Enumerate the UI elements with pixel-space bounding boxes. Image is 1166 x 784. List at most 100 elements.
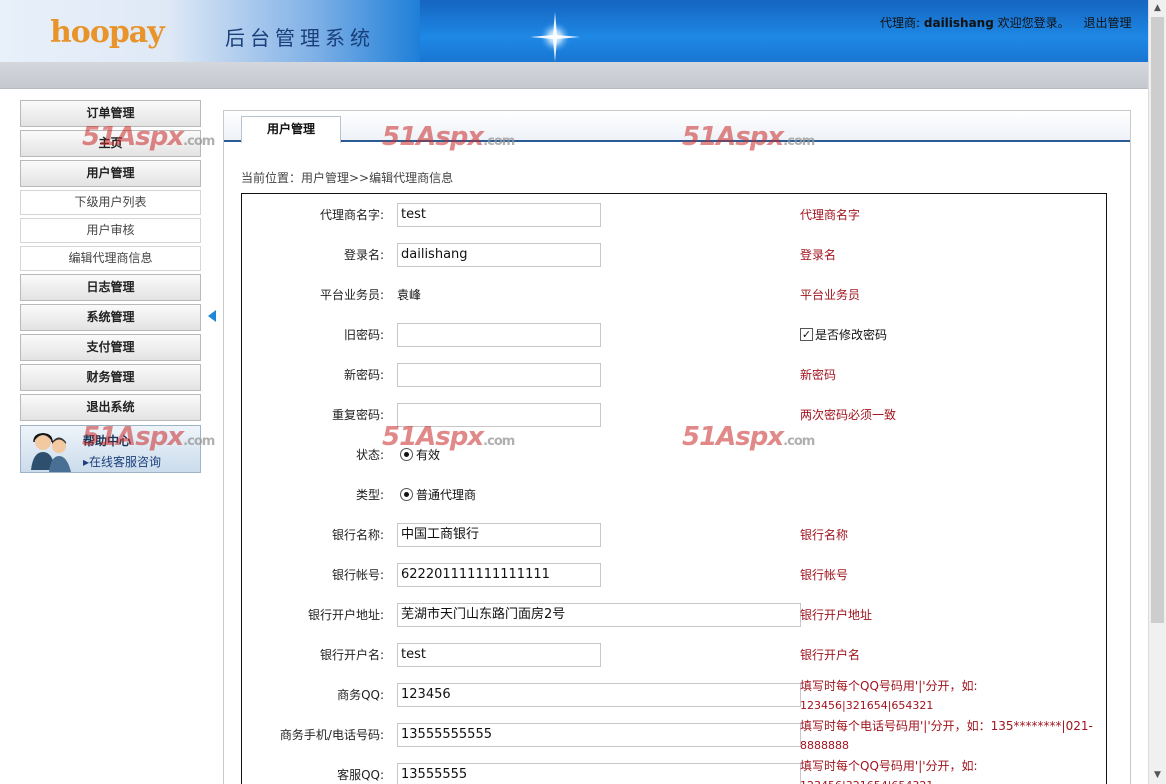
status-label: 状态: xyxy=(355,448,384,462)
type-option-label: 普通代理商 xyxy=(416,488,477,502)
app-window: hoopay 后台管理系统 代理商: dailishang 欢迎您登录。 退出管… xyxy=(0,0,1166,784)
service-qq-hint-line1: 填写时每个QQ号码用'|'分开，如: xyxy=(800,759,978,773)
row-repeat-password: 重复密码: 两次密码必须一致 xyxy=(242,394,1106,434)
sidebar-item-exit[interactable]: 退出系统 xyxy=(20,394,201,421)
sidebar-subitem-user-list[interactable]: 下级用户列表 xyxy=(20,190,201,215)
row-status: 状态: 有效 xyxy=(242,434,1106,474)
row-new-password: 新密码: 新密码 xyxy=(242,354,1106,394)
login-name-hint: 登录名 xyxy=(800,248,837,262)
agent-name-hint: 代理商名字 xyxy=(800,208,861,222)
watermark: 51Aspx.com xyxy=(382,122,515,152)
row-bank-name: 银行名称: 中国工商银行 银行名称 xyxy=(242,514,1106,554)
row-old-password: 旧密码: ✓ 是否修改密码 xyxy=(242,314,1106,354)
main-panel: 用户管理 当前位置：用户管理>>编辑代理商信息 代理商名字: test 代理商名… xyxy=(223,110,1131,784)
sidebar-item-system[interactable]: 系统管理 xyxy=(20,304,201,331)
help-online-service[interactable]: ▸在线客服咨询 xyxy=(83,453,161,470)
scroll-down-icon[interactable]: ▼ xyxy=(1149,767,1166,784)
bank-name-label: 银行名称: xyxy=(331,528,384,542)
watermark-brand: 51Aspx xyxy=(682,122,784,152)
agent-name-input[interactable]: test xyxy=(397,203,601,227)
bank-address-hint: 银行开户地址 xyxy=(800,608,873,622)
salesman-hint: 平台业务员 xyxy=(800,288,861,302)
logo-area: hoopay 后台管理系统 xyxy=(0,0,420,62)
new-password-hint: 新密码 xyxy=(800,368,837,382)
old-password-label: 旧密码: xyxy=(343,328,384,342)
radio-selected-icon[interactable] xyxy=(400,488,413,501)
watermark: 51Aspx.com xyxy=(382,422,515,452)
sparkle-icon xyxy=(530,12,580,62)
sidebar-item-users[interactable]: 用户管理 xyxy=(20,160,201,187)
tab-user-management[interactable]: 用户管理 xyxy=(241,116,341,143)
type-radio-normal-agent[interactable]: 普通代理商 xyxy=(400,486,476,503)
service-qq-label: 客服QQ: xyxy=(337,768,384,782)
row-bank-address: 银行开户地址: 芜湖市天门山东路门面房2号 银行开户地址 xyxy=(242,594,1106,634)
agent-edit-form: 代理商名字: test 代理商名字 登录名: dailishang 登录名 平台… xyxy=(241,193,1107,784)
login-name-input[interactable]: dailishang xyxy=(397,243,601,267)
salesman-label: 平台业务员: xyxy=(319,288,384,302)
header-bar: hoopay 后台管理系统 代理商: dailishang 欢迎您登录。 退出管… xyxy=(0,0,1148,62)
sidebar-item-finance[interactable]: 财务管理 xyxy=(20,364,201,391)
collapse-sidebar-icon[interactable] xyxy=(208,310,216,322)
change-password-checkbox[interactable]: ✓ 是否修改密码 xyxy=(800,326,887,343)
new-password-label: 新密码: xyxy=(343,368,384,382)
watermark: 51Aspx.com xyxy=(682,122,815,152)
business-phone-hint: 填写时每个电话号码用'|'分开，如：135********|021- 88888… xyxy=(800,716,1100,756)
watermark-domain: .com xyxy=(483,134,515,149)
checkmark-icon[interactable]: ✓ xyxy=(800,328,813,341)
sidebar-item-payment[interactable]: 支付管理 xyxy=(20,334,201,361)
bank-account-hint: 银行帐号 xyxy=(800,568,849,582)
row-login-name: 登录名: dailishang 登录名 xyxy=(242,234,1106,274)
row-type: 类型: 普通代理商 xyxy=(242,474,1106,514)
watermark-domain: .com xyxy=(783,434,815,449)
watermark: 51Aspx.com xyxy=(82,122,215,152)
username: dailishang xyxy=(923,16,994,30)
sub-header-bar xyxy=(0,62,1148,89)
bank-account-input[interactable]: 622201111111111111 xyxy=(397,563,601,587)
user-prefix: 代理商: xyxy=(880,16,921,30)
system-title: 后台管理系统 xyxy=(225,26,375,50)
watermark-domain: .com xyxy=(183,134,215,149)
bank-address-input[interactable]: 芜湖市天门山东路门面房2号 xyxy=(397,603,801,627)
watermark-brand: 51Aspx xyxy=(82,122,184,152)
watermark-brand: 51Aspx xyxy=(82,422,184,452)
row-business-qq: 商务QQ: 123456 填写时每个QQ号码用'|'分开，如: 123456|3… xyxy=(242,674,1106,714)
old-password-input[interactable] xyxy=(397,323,601,347)
bank-account-label: 银行帐号: xyxy=(331,568,384,582)
agent-name-label: 代理商名字: xyxy=(319,208,384,222)
scroll-up-icon[interactable]: ▲ xyxy=(1149,0,1166,17)
logo: hoopay xyxy=(50,15,165,50)
business-phone-label: 商务手机/电话号码: xyxy=(279,728,384,742)
row-bank-account: 银行帐号: 622201111111111111 银行帐号 xyxy=(242,554,1106,594)
tab-bar: 用户管理 xyxy=(224,111,1130,143)
watermark-domain: .com xyxy=(183,434,215,449)
business-qq-label: 商务QQ: xyxy=(337,688,384,702)
login-name-label: 登录名: xyxy=(343,248,384,262)
service-qq-input[interactable]: 13555555 xyxy=(397,763,801,784)
row-business-phone: 商务手机/电话号码: 13555555555 填写时每个电话号码用'|'分开，如… xyxy=(242,714,1106,754)
scrollbar-thumb[interactable] xyxy=(1151,17,1164,623)
logout-link[interactable]: 退出管理 xyxy=(1084,16,1132,30)
bank-name-input[interactable]: 中国工商银行 xyxy=(397,523,601,547)
business-qq-input[interactable]: 123456 xyxy=(397,683,801,707)
service-qq-hint: 填写时每个QQ号码用'|'分开，如: 123456|321654|654321 xyxy=(800,756,1100,784)
bank-holder-input[interactable]: test xyxy=(397,643,601,667)
business-qq-hint: 填写时每个QQ号码用'|'分开，如: 123456|321654|654321 xyxy=(800,676,1100,716)
vertical-scrollbar[interactable]: ▲ ▼ xyxy=(1148,0,1166,784)
breadcrumb: 当前位置：用户管理>>编辑代理商信息 xyxy=(241,171,454,185)
sidebar-subitem-edit-agent[interactable]: 编辑代理商信息 xyxy=(20,246,201,271)
business-phone-hint-line2: 8888888 xyxy=(800,739,849,752)
sidebar-item-logs[interactable]: 日志管理 xyxy=(20,274,201,301)
watermark-brand: 51Aspx xyxy=(382,422,484,452)
welcome-text: 欢迎您登录。 xyxy=(997,16,1070,30)
new-password-input[interactable] xyxy=(397,363,601,387)
business-phone-input[interactable]: 13555555555 xyxy=(397,723,801,747)
user-info: 代理商: dailishang 欢迎您登录。 退出管理 xyxy=(880,14,1132,31)
sidebar-subitem-user-review[interactable]: 用户审核 xyxy=(20,218,201,243)
watermark-brand: 51Aspx xyxy=(682,422,784,452)
business-qq-hint-line1: 填写时每个QQ号码用'|'分开，如: xyxy=(800,679,978,693)
watermark-domain: .com xyxy=(783,134,815,149)
business-qq-hint-line2: 123456|321654|654321 xyxy=(800,699,934,712)
watermark-domain: .com xyxy=(483,434,515,449)
watermark: 51Aspx.com xyxy=(82,422,215,452)
support-agent-icon xyxy=(31,433,71,472)
